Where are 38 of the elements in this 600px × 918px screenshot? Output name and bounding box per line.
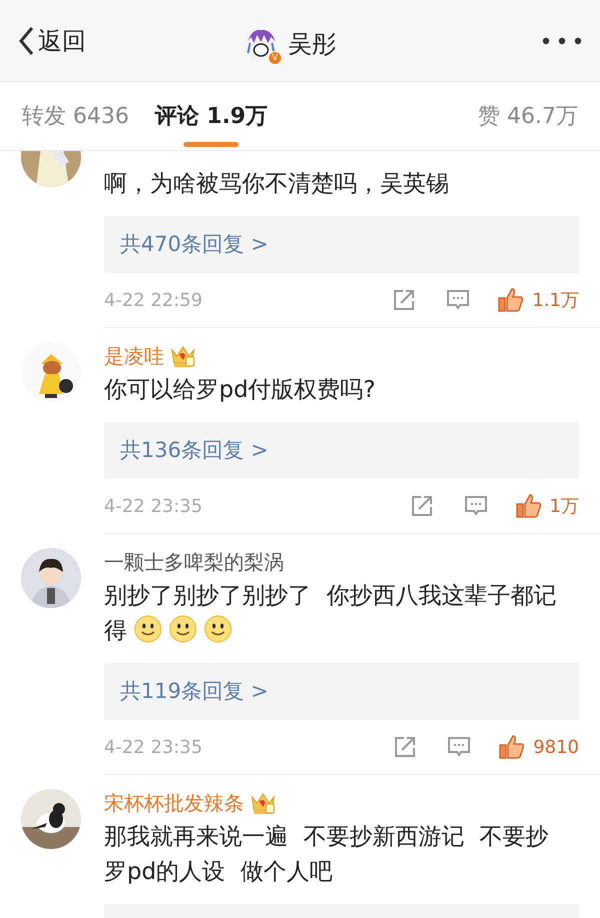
- thumbs-up-icon: [498, 287, 524, 313]
- timestamp: 4-22 22:59: [104, 288, 202, 312]
- smiley-icon: [169, 615, 197, 643]
- tab[interactable]: 赞 46.7万: [478, 82, 578, 150]
- comment-text: 别抄了别抄了别抄了 你抄西八我这辈子都记得: [104, 582, 558, 646]
- comment-icon[interactable]: [464, 494, 488, 518]
- replies-link[interactable]: 共136条回复 >: [104, 422, 579, 479]
- comment-icon[interactable]: [447, 735, 472, 759]
- like-button[interactable]: 9810: [499, 734, 579, 760]
- username[interactable]: 一颗士多啤梨的梨涡: [104, 547, 284, 577]
- share-icon[interactable]: [393, 735, 418, 759]
- timestamp: 4-22 23:35: [104, 494, 202, 518]
- comment-text: 那我就再来说一遍 不要抄新西游记 不要抄罗pd的人设 做个人吧: [104, 823, 550, 887]
- crown-badge-icon: [170, 344, 196, 368]
- thumbs-up-icon: [499, 734, 526, 760]
- comment-text: 你可以给罗pd付版权费吗?: [104, 376, 376, 405]
- share-icon[interactable]: [410, 494, 434, 518]
- share-icon[interactable]: [392, 288, 416, 312]
- tab[interactable]: 评论 1.9万: [154, 82, 268, 150]
- replies-link[interactable]: 共470条回复 >: [104, 216, 579, 273]
- chevron-left-icon: [18, 26, 34, 56]
- like-button[interactable]: 1.1万: [498, 286, 579, 314]
- like-button[interactable]: 1万: [516, 492, 579, 520]
- smiley-icon: [204, 615, 232, 643]
- username[interactable]: 宋杯杯批发辣条: [104, 788, 244, 818]
- verified-badge: V: [268, 51, 282, 65]
- smiley-icon: [134, 615, 162, 643]
- username[interactable]: 是凌哇: [104, 341, 164, 371]
- timestamp: 4-22 23:35: [104, 736, 202, 760]
- replies-link[interactable]: 共119条回复 >: [104, 663, 579, 720]
- back-button[interactable]: 返回: [18, 22, 86, 58]
- thumbs-up-icon: [516, 493, 542, 519]
- tab[interactable]: 转发 6436: [22, 82, 129, 150]
- page-title: 吴彤: [288, 29, 336, 60]
- more-button[interactable]: [542, 36, 582, 44]
- comment-icon[interactable]: [446, 288, 470, 312]
- crown-badge-icon: [250, 791, 276, 815]
- comment-text: 啊，为啥被骂你不清楚吗，吴英锡: [104, 170, 450, 199]
